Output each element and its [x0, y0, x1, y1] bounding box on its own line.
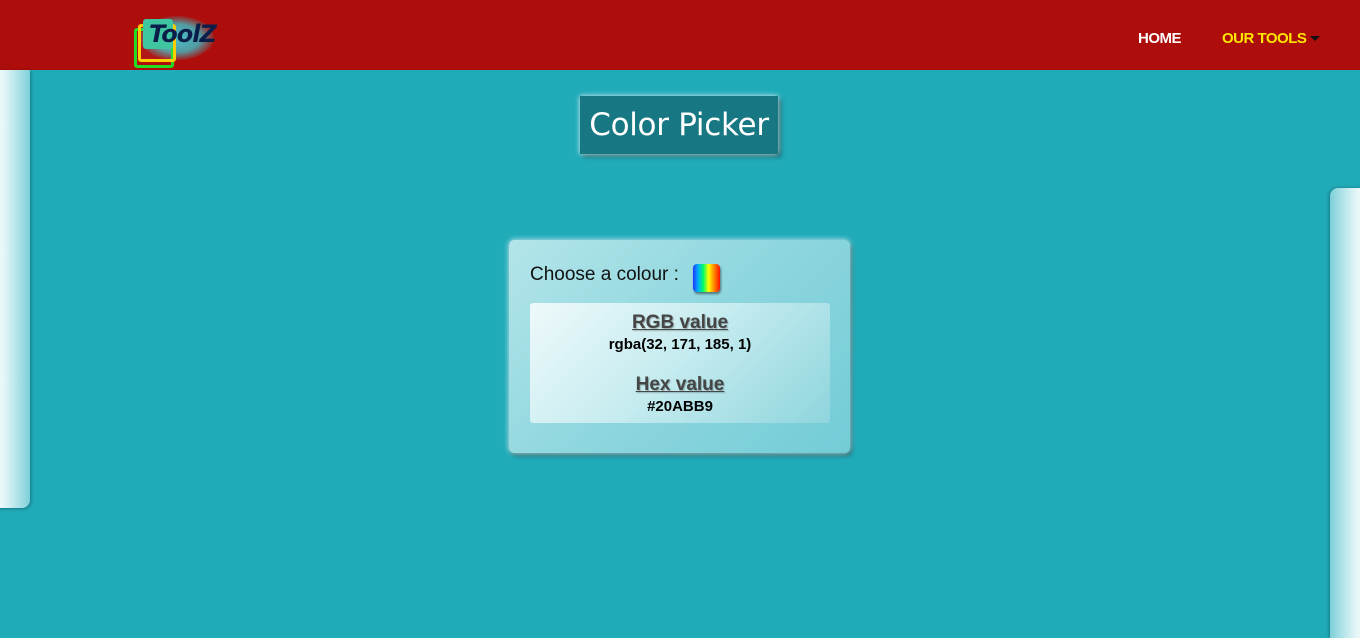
page-title-box: Color Picker	[580, 96, 778, 154]
color-input-swatch[interactable]	[693, 264, 720, 292]
page-title: Color Picker	[589, 107, 769, 143]
hex-value-text: #20ABB9	[647, 398, 713, 415]
logo-text: ToolZ	[149, 20, 217, 48]
caret-down-icon[interactable]	[1310, 36, 1320, 41]
toolz-logo[interactable]: ToolZ	[134, 16, 218, 68]
rgb-value-heading: RGB value	[631, 312, 729, 333]
top-navbar: ToolZ HOME OUR TOOLS	[0, 0, 1360, 70]
nav-home-link[interactable]: HOME	[1138, 30, 1182, 47]
left-side-panel	[0, 70, 30, 508]
choose-colour-label: Choose a colour :	[530, 264, 679, 285]
hex-value-heading: Hex value	[635, 374, 725, 395]
right-side-panel	[1330, 188, 1360, 638]
color-picker-card: Choose a colour : RGB value rgba(32, 171…	[509, 240, 850, 453]
rgb-value-text: rgba(32, 171, 185, 1)	[608, 336, 752, 353]
color-values-panel: RGB value rgba(32, 171, 185, 1) Hex valu…	[530, 303, 830, 423]
nav-our-tools-link[interactable]: OUR TOOLS	[1222, 30, 1307, 47]
